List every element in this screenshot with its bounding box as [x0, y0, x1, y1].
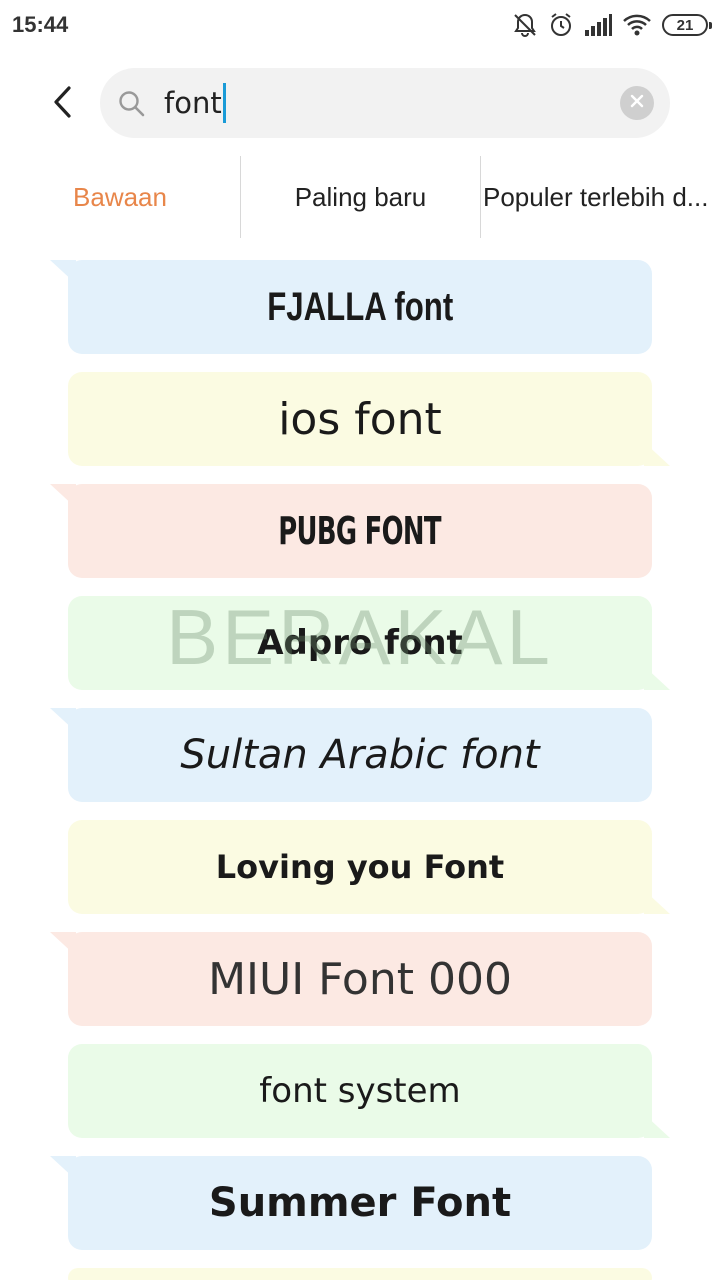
font-item-loving-you[interactable]: Loving you Font [68, 820, 670, 914]
font-item-miui[interactable]: MIUI Font 000 [50, 932, 652, 1026]
tab-bawaan[interactable]: Bawaan [0, 156, 240, 238]
font-name: FJALLA font [266, 284, 454, 329]
font-name: Summer Font [208, 1180, 512, 1226]
font-name: ios font [278, 393, 442, 445]
font-item-pubg[interactable]: PUBG FONT [50, 484, 652, 578]
text-caret [222, 83, 226, 123]
font-item-font-system[interactable]: font system [68, 1044, 670, 1138]
tab-populer[interactable]: Populer terlebih d... [480, 156, 720, 238]
font-name: font system [259, 1071, 461, 1111]
font-name: PUBG FONT [278, 509, 442, 553]
tab-paling-baru[interactable]: Paling baru [240, 156, 480, 238]
bubble-tail [644, 1114, 670, 1138]
font-item-ios[interactable]: ios font [68, 372, 670, 466]
search-input[interactable]: font [164, 82, 226, 124]
font-item-summer[interactable]: Summer Font [50, 1156, 652, 1250]
bubble-tail [50, 708, 76, 732]
close-icon [629, 93, 645, 113]
chevron-left-icon [51, 85, 73, 123]
signal-icon [584, 14, 612, 36]
back-button[interactable] [40, 82, 84, 126]
alarm-icon [548, 12, 574, 38]
status-bar: 15:44 21 [0, 0, 720, 52]
font-name: Sultan Arabic font [180, 732, 540, 778]
font-item-adpro[interactable]: Adpro font [68, 596, 670, 690]
font-name: MIUI Font 000 [208, 953, 512, 1005]
bubble-tail [50, 932, 76, 956]
search-input-value: font [164, 86, 222, 120]
font-name: Loving you Font [215, 848, 505, 886]
bubble-tail [644, 666, 670, 690]
status-icons: 21 [512, 10, 712, 40]
sort-tabs: Bawaan Paling baru Populer terlebih d... [0, 156, 720, 238]
bubble-tail [644, 442, 670, 466]
font-item-sultan-arabic[interactable]: Sultan Arabic font [50, 708, 652, 802]
battery-indicator: 21 [662, 14, 712, 36]
bell-off-icon [512, 12, 538, 38]
search-icon [118, 90, 146, 122]
status-time: 15:44 [12, 12, 69, 37]
font-item-partial[interactable] [68, 1268, 652, 1280]
bubble-tail [50, 1156, 76, 1180]
bubble-tail [644, 890, 670, 914]
bubble-tail [50, 484, 76, 508]
wifi-icon [622, 14, 652, 36]
clear-search-button[interactable] [620, 86, 654, 120]
bubble-tail [50, 260, 76, 284]
font-item-fjalla[interactable]: FJALLA font [50, 260, 652, 354]
search-box[interactable]: font [100, 68, 670, 138]
font-name: Adpro font [257, 623, 463, 663]
